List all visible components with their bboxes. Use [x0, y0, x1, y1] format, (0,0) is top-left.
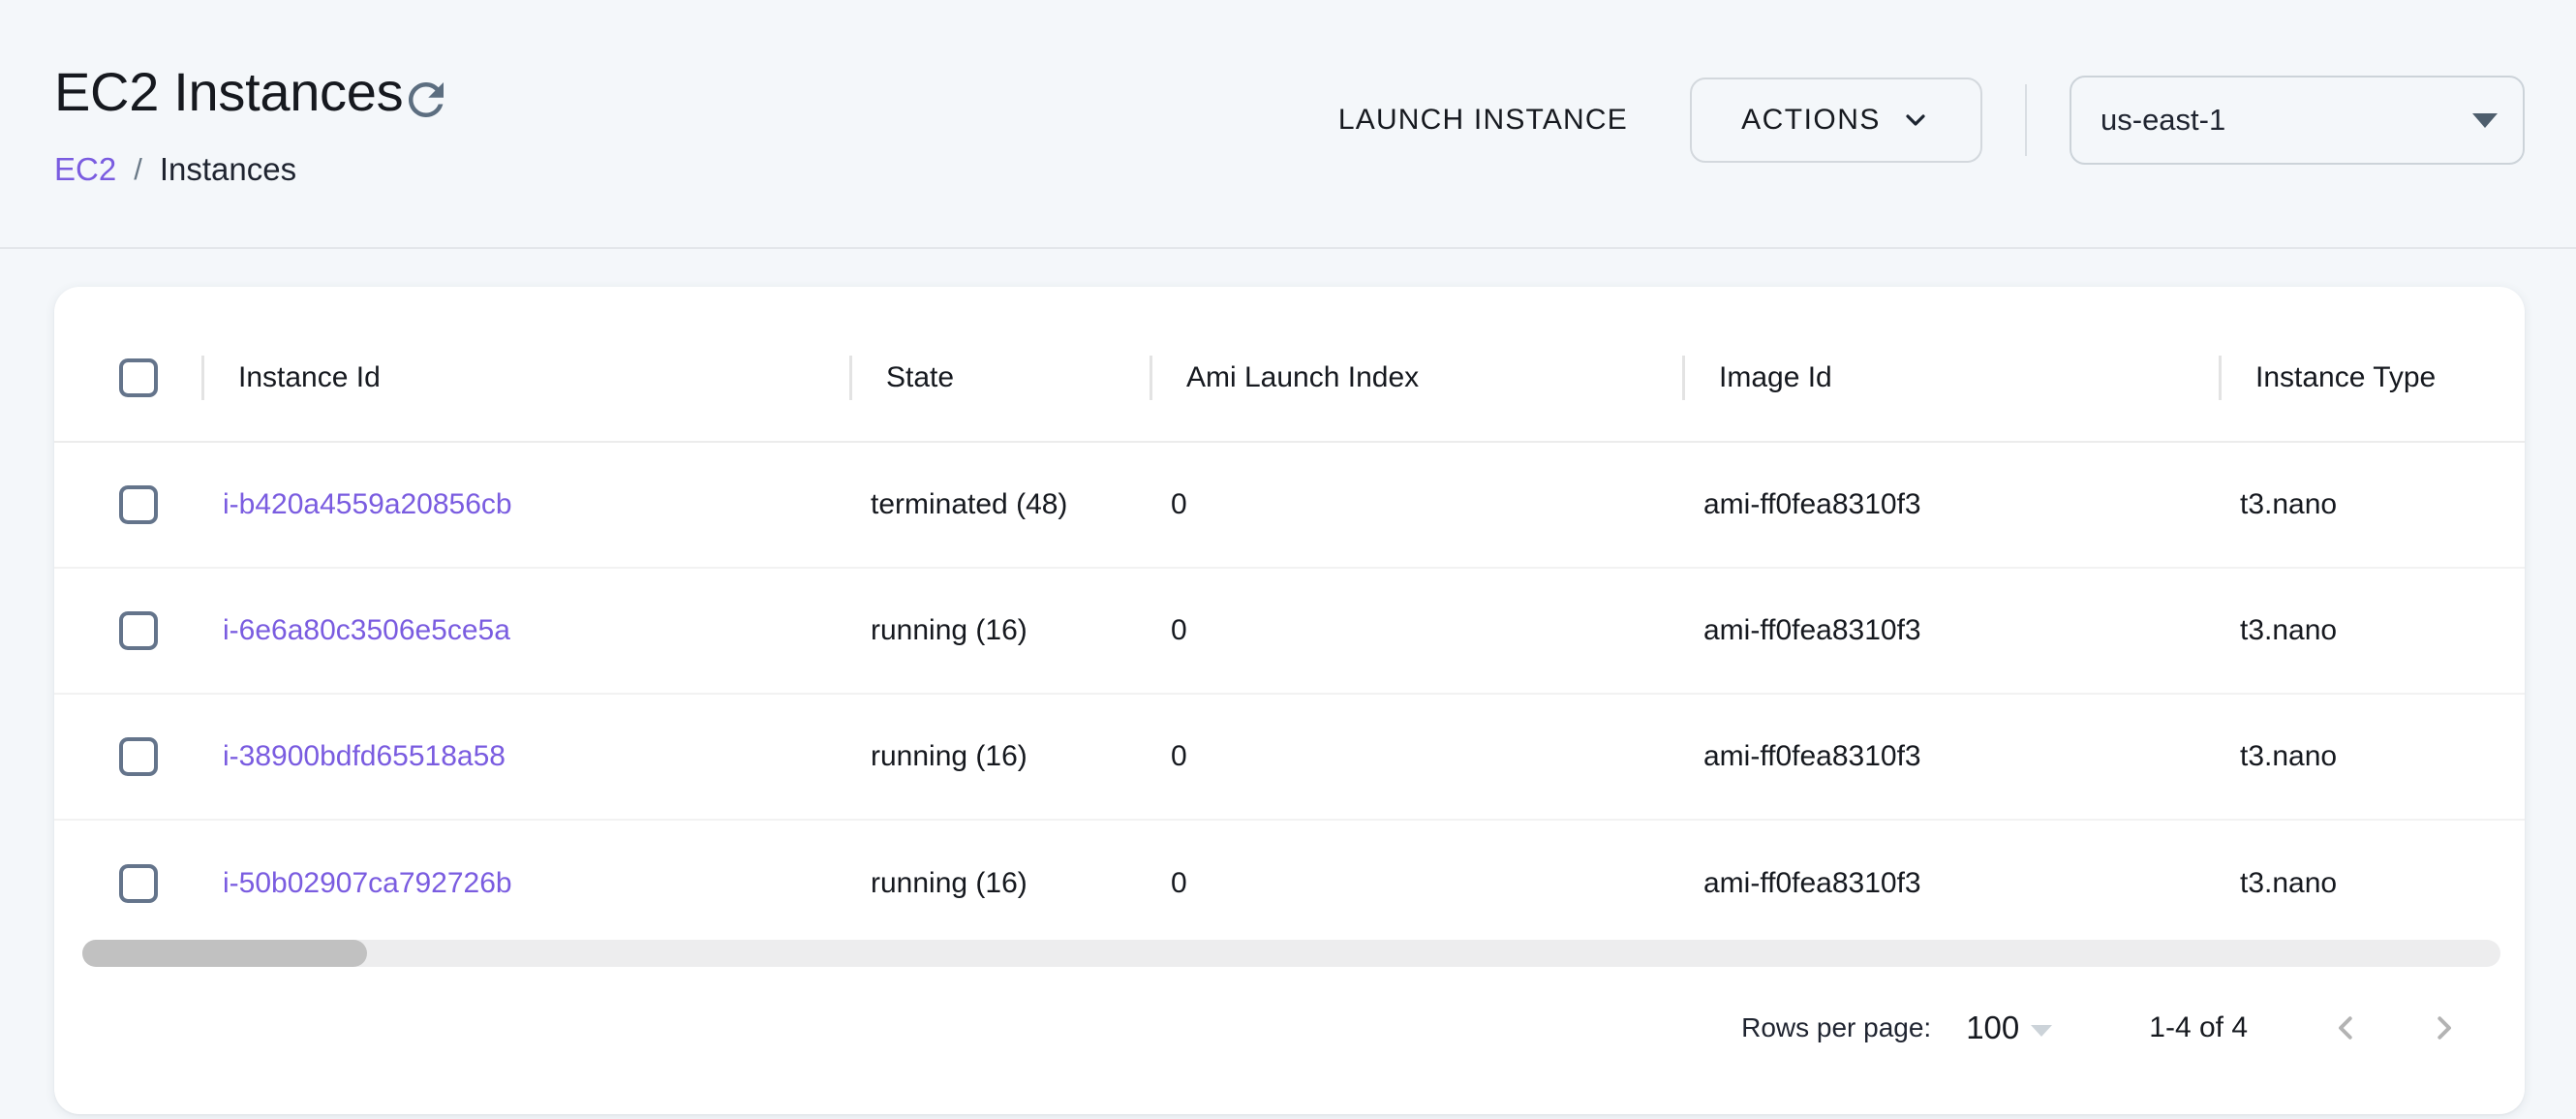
instances-table-card: Instance IdStateAmi Launch IndexImage Id…: [54, 287, 2525, 1114]
select-all-checkbox[interactable]: [119, 358, 158, 397]
table-row: i-50b02907ca792726b running (16) 0 ami-f…: [54, 821, 2525, 947]
rows-per-page-value: 100: [1966, 1010, 2019, 1046]
actions-button[interactable]: ACTIONS: [1690, 78, 1982, 163]
instance-id-link[interactable]: i-50b02907ca792726b: [223, 867, 512, 900]
table-header-row: Instance IdStateAmi Launch IndexImage Id…: [54, 287, 2525, 443]
cell-state: running (16): [849, 695, 1150, 819]
table-row: i-38900bdfd65518a58 running (16) 0 ami-f…: [54, 695, 2525, 821]
breadcrumb-separator: /: [134, 152, 142, 187]
row-checkbox[interactable]: [119, 485, 158, 524]
breadcrumb: EC2 / Instances: [54, 151, 296, 188]
cell-instance-type: t3.nano: [2219, 821, 2525, 947]
cell-image-id: ami-ff0fea8310f3: [1682, 569, 2219, 693]
previous-page-button[interactable]: [2329, 1010, 2364, 1045]
cell-state: running (16): [849, 569, 1150, 693]
cell-instance-type: t3.nano: [2219, 443, 2525, 567]
cell-instance-id: i-b420a4559a20856cb: [201, 443, 849, 567]
pagination: Rows per page: 100 1-4 of 4: [1741, 1004, 2461, 1052]
row-checkbox-cell: [54, 443, 201, 567]
horizontal-scrollbar-track[interactable]: [82, 940, 2500, 967]
launch-instance-button[interactable]: LAUNCH INSTANCE: [1338, 104, 1628, 137]
column-header: Instance Type: [2219, 287, 2525, 441]
table-row: i-6e6a80c3506e5ce5a running (16) 0 ami-f…: [54, 569, 2525, 695]
row-checkbox-cell: [54, 821, 201, 947]
region-select[interactable]: us-east-1: [2070, 76, 2525, 165]
row-checkbox[interactable]: [119, 737, 158, 776]
toolbar-divider: [2025, 84, 2027, 156]
cell-instance-id: i-50b02907ca792726b: [201, 821, 849, 947]
refresh-icon: [400, 114, 452, 129]
column-header: Ami Launch Index: [1150, 287, 1682, 441]
row-checkbox-cell: [54, 695, 201, 819]
chevron-right-icon: [2426, 1010, 2461, 1045]
horizontal-scrollbar-thumb[interactable]: [82, 940, 367, 967]
caret-down-icon: [2472, 113, 2498, 128]
cell-instance-id: i-38900bdfd65518a58: [201, 695, 849, 819]
row-checkbox[interactable]: [119, 864, 158, 903]
chevron-down-icon: [1900, 105, 1931, 136]
cell-image-id: ami-ff0fea8310f3: [1682, 821, 2219, 947]
cell-instance-type: t3.nano: [2219, 695, 2525, 819]
cell-instance-id: i-6e6a80c3506e5ce5a: [201, 569, 849, 693]
toolbar: LAUNCH INSTANCE ACTIONS us-east-1: [1338, 76, 2525, 165]
page-title: EC2 Instances: [54, 62, 403, 122]
cell-ami-launch-index: 0: [1150, 821, 1682, 947]
refresh-button[interactable]: [399, 74, 453, 128]
instance-id-link[interactable]: i-38900bdfd65518a58: [223, 740, 506, 773]
caret-down-icon: [2031, 1025, 2052, 1037]
cell-ami-launch-index: 0: [1150, 569, 1682, 693]
table-header-checkbox-cell: [54, 287, 201, 441]
table-body: i-b420a4559a20856cb terminated (48) 0 am…: [54, 443, 2525, 947]
row-checkbox[interactable]: [119, 611, 158, 650]
cell-image-id: ami-ff0fea8310f3: [1682, 443, 2219, 567]
row-checkbox-cell: [54, 569, 201, 693]
column-header: State: [849, 287, 1150, 441]
column-header: Instance Id: [201, 287, 849, 441]
cell-instance-type: t3.nano: [2219, 569, 2525, 693]
chevron-left-icon: [2329, 1010, 2364, 1045]
rows-per-page-label: Rows per page:: [1741, 1012, 1931, 1043]
instance-id-link[interactable]: i-b420a4559a20856cb: [223, 488, 512, 521]
instance-id-link[interactable]: i-6e6a80c3506e5ce5a: [223, 614, 510, 647]
rows-per-page-select[interactable]: 100: [1966, 1010, 2052, 1046]
table-row: i-b420a4559a20856cb terminated (48) 0 am…: [54, 443, 2525, 569]
header-divider: [0, 247, 2576, 249]
next-page-button[interactable]: [2426, 1010, 2461, 1045]
cell-ami-launch-index: 0: [1150, 695, 1682, 819]
actions-button-label: ACTIONS: [1741, 104, 1881, 137]
breadcrumb-current: Instances: [160, 151, 296, 188]
region-select-value: us-east-1: [2101, 103, 2225, 138]
cell-image-id: ami-ff0fea8310f3: [1682, 695, 2219, 819]
pagination-range-label: 1-4 of 4: [2149, 1011, 2248, 1044]
column-header: Image Id: [1682, 287, 2219, 441]
ec2-instances-page: EC2 Instances EC2 / Instances LAUNCH INS…: [0, 0, 2576, 1119]
cell-state: running (16): [849, 821, 1150, 947]
breadcrumb-ec2-link[interactable]: EC2: [54, 151, 116, 188]
cell-ami-launch-index: 0: [1150, 443, 1682, 567]
cell-state: terminated (48): [849, 443, 1150, 567]
